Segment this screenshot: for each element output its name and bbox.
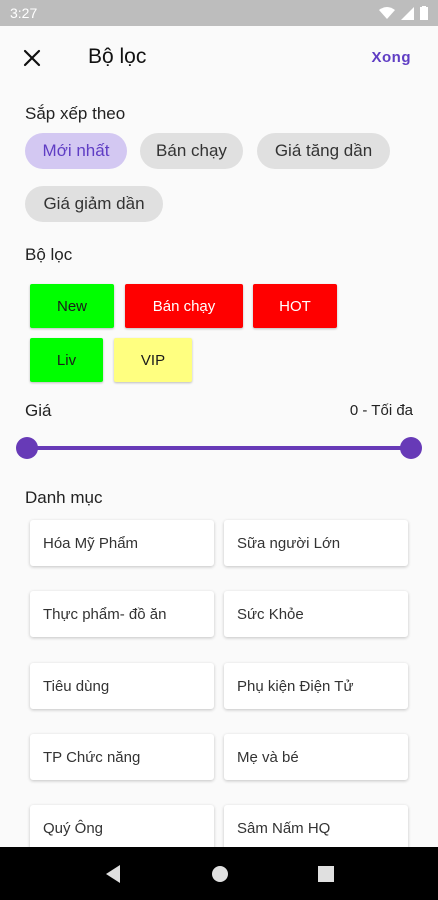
price-slider-track[interactable] (27, 446, 411, 450)
price-range-text: 0 - Tối đa (349, 402, 413, 419)
filter-tag-hot[interactable]: HOT (253, 284, 337, 328)
close-icon (23, 49, 41, 67)
category-item[interactable]: Thực phẩm- đồ ăn (30, 591, 214, 637)
filter-tag-liv[interactable]: Liv (30, 338, 103, 382)
category-item[interactable]: TP Chức năng (30, 734, 214, 780)
filter-tag-new[interactable]: New (30, 284, 114, 328)
system-nav-bar (0, 847, 438, 900)
signal-icon (401, 6, 414, 20)
price-slider-min-handle[interactable] (16, 437, 38, 459)
sort-section-label: Sắp xếp theo (25, 104, 126, 123)
category-item[interactable]: Tiêu dùng (30, 663, 214, 709)
category-item[interactable]: Mẹ và bé (224, 734, 408, 780)
wifi-icon (379, 6, 395, 19)
close-button[interactable] (20, 46, 44, 70)
category-item[interactable]: Quý Ông (30, 805, 214, 851)
home-icon[interactable] (211, 865, 229, 883)
sort-chip-price-desc[interactable]: Giá giảm dần (25, 186, 163, 222)
page-title: Bộ lọc (88, 45, 147, 68)
done-button[interactable]: Xong (372, 49, 412, 66)
category-item[interactable]: Hóa Mỹ Phẩm (30, 520, 214, 566)
category-item[interactable]: Phụ kiện Điện Tử (224, 663, 408, 709)
app-bar: Bộ lọc Xong (0, 26, 438, 92)
sort-chip-newest[interactable]: Mới nhất (25, 133, 127, 169)
sort-chip-price-asc[interactable]: Giá tăng dần (257, 133, 390, 169)
price-section-label: Giá (25, 401, 52, 420)
status-icons (379, 6, 428, 20)
recents-icon[interactable] (317, 865, 334, 882)
price-slider-max-handle[interactable] (400, 437, 422, 459)
category-item[interactable]: Sữa người Lớn (224, 520, 408, 566)
back-icon[interactable] (104, 864, 122, 884)
filter-section-label: Bộ lọc (25, 245, 73, 264)
filter-tag-vip[interactable]: VIP (114, 338, 192, 382)
category-item[interactable]: Sâm Nấm HQ (224, 805, 408, 851)
category-section-label: Danh mục (25, 488, 103, 507)
battery-icon (420, 6, 428, 20)
category-item[interactable]: Sức Khỏe (224, 591, 408, 637)
filter-tag-best-selling[interactable]: Bán chạy (125, 284, 243, 328)
sort-chip-best-selling[interactable]: Bán chạy (140, 133, 243, 169)
status-bar: 3:27 (0, 0, 438, 26)
status-time: 3:27 (10, 5, 38, 21)
